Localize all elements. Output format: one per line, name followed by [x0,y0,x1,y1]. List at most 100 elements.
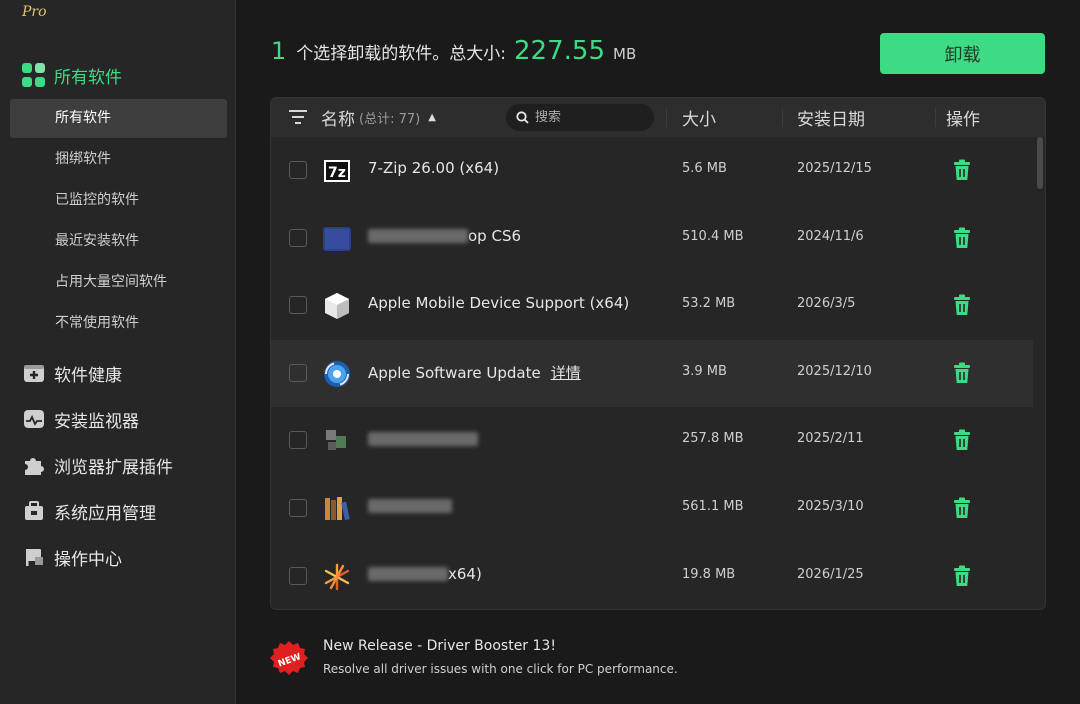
app-name: Apple Software Update 详情 [368,362,581,383]
total-size-unit: MB [613,45,637,63]
row-checkbox[interactable] [289,566,307,585]
table-row[interactable]: 561.1 MB 2025/3/10 [271,475,1033,543]
app-size: 5.6 MB [682,161,727,176]
promo-title: New Release - Driver Booster 13! [323,638,556,654]
app-size: 510.4 MB [682,228,744,244]
sidebar-item-label: 所有软件 [54,67,122,88]
sidebar-item-system-apps[interactable]: 系统应用管理 [22,488,232,534]
search-input[interactable] [535,110,645,125]
trash-icon[interactable] [950,496,974,520]
column-header-date[interactable]: 安装日期 [797,98,865,137]
promo-banner[interactable]: NEW New Release - Driver Booster 13! Res… [270,634,790,684]
trash-icon[interactable] [950,361,974,385]
sort-asc-icon: ▲ [428,112,436,123]
subnav-item-large[interactable]: 占用大量空间软件 [10,263,227,302]
sidebar-item-label: 系统应用管理 [54,503,156,524]
app-name: x64) [368,565,482,583]
app-name: Apple Mobile Device Support (x64) [368,294,630,313]
app-name-text: op CS6 [468,226,522,245]
column-divider [782,108,783,127]
health-icon [22,361,46,385]
trash-icon[interactable] [950,158,974,182]
scroll-thumb[interactable] [1037,137,1043,189]
trash-icon[interactable] [950,428,974,452]
subnav-item-rarely-used[interactable]: 不常使用软件 [10,304,227,343]
summary-text: 个选择卸载的软件。总大小: [296,44,507,64]
sidebar-item-install-monitor[interactable]: 安装监视器 [22,396,232,442]
table-body: 7z 7-Zip 26.00 (x64) 5.6 MB 2025/12/15 o… [271,137,1033,609]
monitor-icon [22,407,46,431]
filter-icon[interactable] [289,110,307,124]
column-divider [666,108,667,127]
install-date: 2024/11/6 [797,228,864,244]
table-row[interactable]: op CS6 510.4 MB 2024/11/6 [271,205,1033,273]
app-name-text: Apple Software Update [368,363,541,382]
sidebar-item-label: 软件健康 [54,365,122,386]
column-header-action: 操作 [946,110,980,130]
column-header-name[interactable]: 名称 (总计: 77) ▲ [321,98,436,137]
row-checkbox[interactable] [289,363,307,382]
install-date: 2026/1/25 [797,566,864,582]
app-name: op CS6 [368,227,521,245]
sidebar-item-all-software[interactable]: 所有软件 [22,60,232,90]
sidebar-item-label: 安装监视器 [54,411,139,432]
7zip-icon: 7z [324,160,350,182]
app-name [368,497,452,515]
subnav-item-monitored[interactable]: 已监控的软件 [10,181,227,220]
svg-text:7z: 7z [328,165,346,181]
sidebar-item-label: 浏览器扩展插件 [54,457,173,478]
photoshop-icon [323,226,351,251]
search-icon [516,111,529,124]
puzzle-icon [22,453,46,477]
table-row[interactable]: 257.8 MB 2025/2/11 [271,407,1033,475]
total-size: 227.55 [514,36,605,66]
trash-icon[interactable] [950,226,974,250]
books-icon [325,496,350,521]
table-row[interactable]: Apple Mobile Device Support (x64) 53.2 M… [271,272,1033,340]
table-scrollbar[interactable] [1037,137,1043,607]
table-row[interactable]: x64) 19.8 MB 2026/1/25 [271,543,1033,609]
install-date: 2025/3/10 [797,498,864,514]
app-size: 561.1 MB [682,498,744,514]
trash-icon[interactable] [950,564,974,588]
selection-summary: 1 个选择卸载的软件。总大小: 227.55 MB [271,36,636,76]
briefcase-icon [22,499,46,523]
sidebar-item-action-center[interactable]: 操作中心 [22,534,232,580]
trash-icon[interactable] [950,293,974,317]
subnav-item-bundled[interactable]: 捆绑软件 [10,140,227,179]
new-badge-icon: NEW [270,641,308,675]
row-checkbox[interactable] [289,431,307,450]
app-name-text: x64) [448,564,482,583]
row-checkbox[interactable] [289,498,307,517]
row-checkbox[interactable] [289,228,307,247]
app-size: 53.2 MB [682,296,736,312]
brand-label: Pro [22,4,47,20]
flag-icon [22,545,46,569]
table-row[interactable]: Apple Software Update 详情 3.9 MB 2025/12/1… [271,339,1033,408]
promo-subtitle: Resolve all driver issues with one click… [323,662,678,676]
uninstall-button[interactable]: 卸载 [880,33,1045,74]
subnav-item-all[interactable]: 所有软件 [10,99,227,138]
row-checkbox[interactable] [289,296,307,315]
total-count: (总计: 77) [359,112,421,127]
install-date: 2026/3/5 [797,296,856,312]
sidebar-item-label: 操作中心 [54,549,122,570]
app-size: 3.9 MB [682,363,727,379]
row-checkbox[interactable] [289,161,307,179]
install-date: 2025/12/15 [797,161,872,176]
selected-count: 1 [271,37,287,65]
app-name: 7-Zip 26.00 (x64) [368,159,500,177]
sidebar-item-software-health[interactable]: 软件健康 [22,350,232,396]
column-divider [935,108,936,127]
app-size: 19.8 MB [682,566,736,582]
subnav-item-recent[interactable]: 最近安装软件 [10,222,227,261]
app-icon [326,430,346,451]
table-header: 名称 (总计: 77) ▲ 大小 安装日期 操作 [271,98,1045,137]
column-header-size[interactable]: 大小 [682,98,716,137]
app-size: 257.8 MB [682,431,744,447]
details-link[interactable]: 详情 [551,364,581,382]
search-box[interactable] [506,104,654,131]
app-name [368,429,478,447]
table-row[interactable]: 7z 7-Zip 26.00 (x64) 5.6 MB 2025/12/15 [271,137,1033,205]
sidebar-item-browser-extensions[interactable]: 浏览器扩展插件 [22,442,232,488]
